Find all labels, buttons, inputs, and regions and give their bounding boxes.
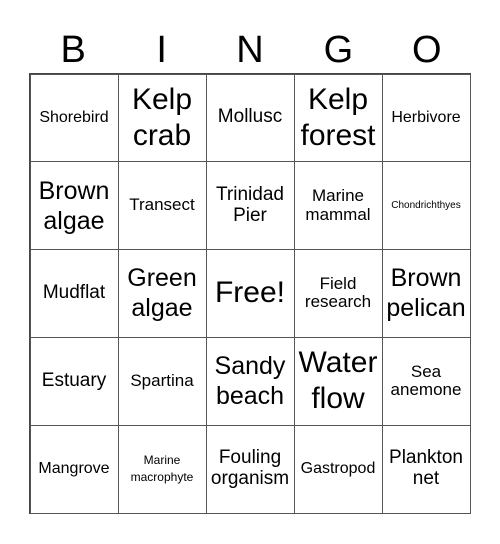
free-space-cell[interactable]: Free! [205,249,295,338]
bingo-cell[interactable]: Gastropod [293,424,383,514]
header-letter-i: I [156,29,167,71]
bingo-header: B I N G O [29,28,471,72]
header-letter-b: B [60,29,86,71]
bingo-cell[interactable]: Marine macrophyte [117,424,207,514]
bingo-cell[interactable]: Mudflat [29,249,119,338]
bingo-cell[interactable]: Trinidad Pier [205,161,295,251]
header-letter-g: G [323,29,354,71]
bingo-cell[interactable]: Plankton net [381,424,471,514]
bingo-cell[interactable]: Fouling organism [205,424,295,514]
header-letter-n: N [236,29,264,71]
header-letter-o: O [412,29,442,71]
bingo-cell[interactable]: Marine mammal [293,161,383,251]
bingo-cell[interactable]: Water flow [293,336,383,426]
bingo-cell[interactable]: Brown pelican [381,249,471,338]
bingo-grid: Shorebird Kelp crab Mollusc Kelp forest … [29,73,471,514]
bingo-cell[interactable]: Herbivore [381,73,471,163]
bingo-cell[interactable]: Estuary [29,336,119,426]
bingo-cell[interactable]: Shorebird [29,73,119,163]
bingo-cell[interactable]: Chondrichthyes [381,161,471,251]
bingo-cell[interactable]: Kelp forest [293,73,383,163]
bingo-cell[interactable]: Brown algae [29,161,119,251]
bingo-cell[interactable]: Sea anemone [381,336,471,426]
bingo-cell[interactable]: Green algae [117,249,207,338]
bingo-cell[interactable]: Kelp crab [117,73,207,163]
bingo-cell[interactable]: Field research [293,249,383,338]
bingo-cell[interactable]: Spartina [117,336,207,426]
bingo-cell[interactable]: Sandy beach [205,336,295,426]
bingo-cell[interactable]: Mollusc [205,73,295,163]
bingo-cell[interactable]: Mangrove [29,424,119,514]
bingo-cell[interactable]: Transect [117,161,207,251]
